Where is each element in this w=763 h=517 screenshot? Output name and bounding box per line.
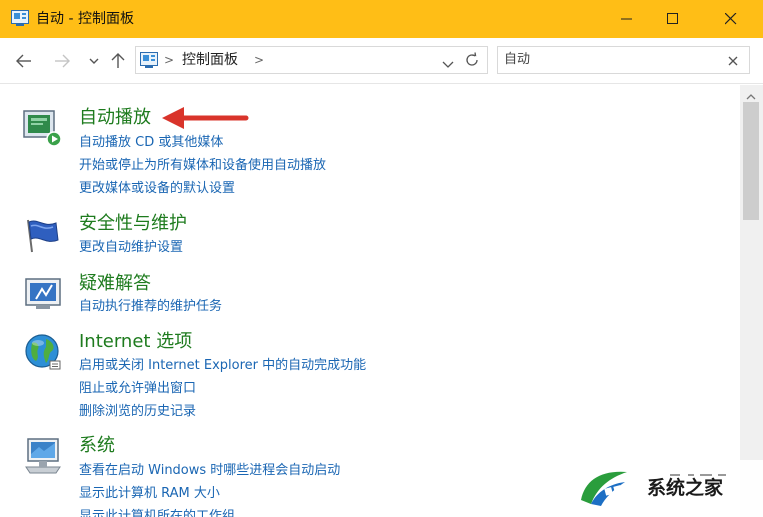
group-title[interactable]: 系统 xyxy=(79,435,115,457)
refresh-button[interactable] xyxy=(464,52,480,68)
group-title[interactable]: 疑难解答 xyxy=(79,273,151,295)
refresh-icon xyxy=(466,52,478,66)
navigation-bar: > 控制面板 > 自动 xyxy=(0,38,763,84)
task-link[interactable]: 更改自动维护设置 xyxy=(79,239,183,256)
close-button[interactable] xyxy=(709,0,753,38)
breadcrumb-separator[interactable]: > xyxy=(164,52,174,68)
control-panel-icon xyxy=(140,52,158,68)
chevron-down-icon xyxy=(442,61,454,68)
watermark-dots xyxy=(670,474,726,476)
annotation-arrow-icon xyxy=(162,107,249,129)
watermark-text: 系统之家 xyxy=(647,477,724,499)
task-link[interactable]: 开始或停止为所有媒体和设备使用自动播放 xyxy=(79,157,326,174)
security-flag-icon xyxy=(22,214,64,256)
close-icon xyxy=(725,13,737,25)
search-input[interactable]: 自动 xyxy=(504,52,530,68)
task-link[interactable]: 自动执行推荐的维护任务 xyxy=(79,298,222,315)
control-panel-icon xyxy=(11,10,29,26)
scroll-up-button[interactable] xyxy=(744,87,758,100)
recent-locations-button[interactable] xyxy=(86,51,106,71)
system-computer-icon xyxy=(22,435,64,477)
up-arrow-icon xyxy=(111,53,125,68)
autoplay-icon xyxy=(22,107,64,149)
forward-button[interactable] xyxy=(52,51,72,71)
back-arrow-icon xyxy=(16,54,31,68)
clear-icon xyxy=(728,56,738,66)
minimize-icon xyxy=(621,18,632,20)
chevron-up-icon xyxy=(746,94,756,100)
group-title[interactable]: 自动播放 xyxy=(79,107,151,129)
control-panel-results: 自动播放 自动播放 CD 或其他媒体 开始或停止为所有媒体和设备使用自动播放 更… xyxy=(0,85,740,517)
task-link[interactable]: 删除浏览的历史记录 xyxy=(79,403,196,420)
title-bar: 自动 - 控制面板 xyxy=(0,0,763,38)
window-title: 自动 - 控制面板 xyxy=(36,11,134,27)
back-button[interactable] xyxy=(14,51,34,71)
task-link[interactable]: 显示此计算机 RAM 大小 xyxy=(79,485,220,502)
search-clear-button[interactable] xyxy=(726,53,740,67)
breadcrumb-separator[interactable]: > xyxy=(254,52,264,68)
address-box[interactable]: > 控制面板 > xyxy=(135,46,488,74)
breadcrumb-control-panel[interactable]: 控制面板 xyxy=(182,51,238,69)
group-title[interactable]: Internet 选项 xyxy=(79,331,192,353)
minimize-button[interactable] xyxy=(605,0,649,38)
maximize-icon xyxy=(667,13,678,24)
internet-globe-icon xyxy=(22,331,64,373)
forward-arrow-icon xyxy=(55,54,70,68)
up-button[interactable] xyxy=(108,51,128,71)
vertical-scrollbar[interactable] xyxy=(740,85,763,517)
task-link[interactable]: 阻止或允许弹出窗口 xyxy=(79,380,196,397)
watermark-logo-icon xyxy=(575,466,631,508)
chevron-down-icon xyxy=(89,58,99,64)
task-link[interactable]: 更改媒体或设备的默认设置 xyxy=(79,180,235,197)
task-link[interactable]: 查看在启动 Windows 时哪些进程会自动启动 xyxy=(79,462,340,479)
scroll-thumb[interactable] xyxy=(743,102,759,220)
task-link[interactable]: 显示此计算机所在的工作组 xyxy=(79,508,235,517)
address-dropdown-button[interactable] xyxy=(441,55,455,68)
troubleshoot-icon xyxy=(22,273,64,315)
task-link[interactable]: 启用或关闭 Internet Explorer 中的自动完成功能 xyxy=(79,357,366,374)
group-title[interactable]: 安全性与维护 xyxy=(79,213,187,235)
search-box[interactable]: 自动 xyxy=(497,46,750,74)
maximize-button[interactable] xyxy=(651,0,695,38)
task-link[interactable]: 自动播放 CD 或其他媒体 xyxy=(79,134,223,151)
